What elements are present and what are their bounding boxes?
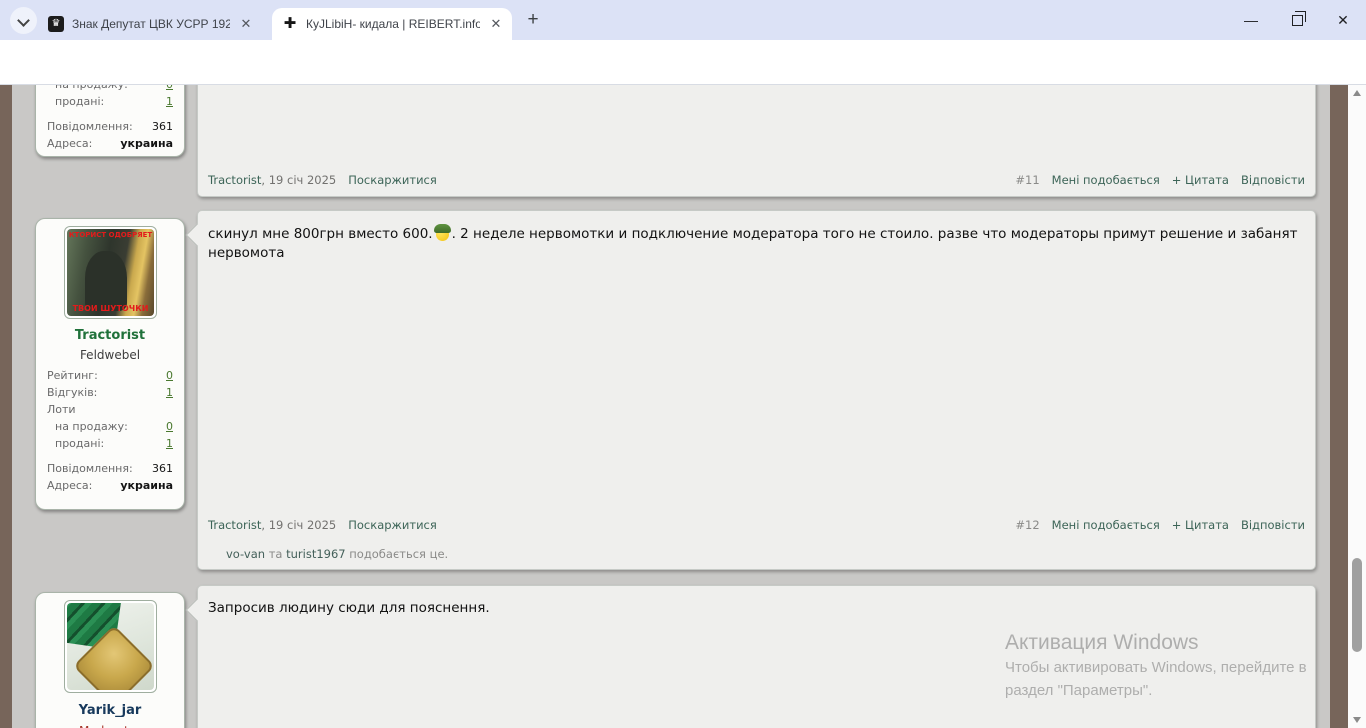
iron-cross-favicon-icon: ✚ [283,15,297,32]
like-link[interactable]: Мені подобається [1052,173,1160,187]
window-controls: — ✕ [1228,0,1366,40]
likes-row: vo-van та turist1967 подобається це. [226,547,449,561]
stat-sold: продані: 1 [55,93,173,110]
stat-messages: Повідомлення: 361 [47,462,173,475]
scrollbar-thumb[interactable] [1352,558,1362,652]
scroll-down-icon[interactable] [1348,712,1366,728]
stat-link[interactable]: 1 [166,435,173,452]
tab-close-icon[interactable]: ✕ [238,16,254,32]
liker-link[interactable]: turist1967 [286,547,346,561]
avatar-photo [67,603,154,690]
scroll-up-icon[interactable] [1348,85,1366,101]
user-panel-post11: на продажу: 0 продані: 1 Повідомлення: 3… [35,85,185,157]
stat-rating: Рейтинг: 0 [47,367,173,384]
tab-close-icon[interactable]: ✕ [488,16,504,32]
crown-favicon-icon: ♛ [48,16,64,32]
stat-sold: продані: 1 [55,435,173,452]
username-link[interactable]: Yarik_jar [36,703,184,718]
stat-link[interactable]: 1 [166,384,173,401]
stat-lots-header: Лоти [47,403,76,416]
tab-title: КуJLibіН- кидала | REIBERT.info [306,17,480,31]
post-author-link[interactable]: Tractorist [208,173,261,187]
minimize-button[interactable]: — [1228,0,1274,40]
stat-link[interactable]: 0 [166,367,173,384]
post-bubble-12: скинул мне 800грн вместо 600.. 2 неделе … [185,210,1316,570]
tab-search-chevron-icon[interactable] [10,7,37,34]
restore-button[interactable] [1274,0,1320,40]
user-panel-post12: КТОРИСТ ОДОБРЯЕТ ТВОИ ШУТОЧКИ Tractorist… [35,218,185,510]
tab-strip: ♛ Знак Депутат ЦВК УСРР 1922 г ✕ ✚ КуJLi… [0,0,1366,40]
post-text: Запросив людину сюди для пояснення. [208,600,490,616]
user-avatar[interactable]: КТОРИСТ ОДОБРЯЕТ ТВОИ ШУТОЧКИ [64,226,157,319]
report-link[interactable]: Поскаржитися [348,173,437,187]
tab-title: Знак Депутат ЦВК УСРР 1922 г [72,17,230,31]
post-bubble-11: Tractorist, 19 січ 2025 Поскаржитися #11… [197,85,1316,197]
stat-address: Адреса: украина [47,479,173,492]
report-link[interactable]: Поскаржитися [348,518,437,532]
avatar-photo: КТОРИСТ ОДОБРЯЕТ ТВОИ ШУТОЧКИ [67,229,154,316]
stat-link[interactable]: 0 [166,418,173,435]
stat-link[interactable]: 0 [166,85,173,93]
browser-window: ♛ Знак Депутат ЦВК УСРР 1922 г ✕ ✚ КуJLi… [0,0,1366,728]
tab-reibert-active[interactable]: ✚ КуJLibіН- кидала | REIBERT.info ✕ [272,8,512,40]
vertical-scrollbar[interactable] [1348,85,1366,728]
quote-link[interactable]: + Цитата [1172,518,1229,532]
user-title: Moderator [36,724,184,728]
stat-messages: Повідомлення: 361 [47,120,173,133]
helmet-smiley-icon [433,224,451,241]
liker-link[interactable]: vo-van [226,547,265,561]
post-number[interactable]: #11 [1015,173,1039,187]
post-author-link[interactable]: Tractorist [208,518,261,532]
tab-znak-deputat[interactable]: ♛ Знак Депутат ЦВК УСРР 1922 г ✕ [38,8,262,40]
post-date[interactable]: , 19 січ 2025 [261,518,336,532]
username-link[interactable]: Tractorist [36,328,184,343]
post-footer-12: Tractorist, 19 січ 2025 Поскаржитися #12… [208,517,1305,533]
reply-link[interactable]: Відповісти [1241,518,1305,532]
restore-icon [1291,11,1306,26]
user-title: Feldwebel [79,348,141,362]
browser-toolbar: ← → ↻ reibert.info/threads/kyjlibih-kida… [0,40,1366,120]
reply-link[interactable]: Відповісти [1241,173,1305,187]
stat-link[interactable]: 1 [166,93,173,110]
post-number[interactable]: #12 [1015,518,1039,532]
stat-for-sale: на продажу: 0 [36,85,184,93]
user-avatar[interactable] [64,600,157,693]
post-date[interactable]: , 19 січ 2025 [261,173,336,187]
new-tab-button[interactable]: + [522,10,544,32]
like-link[interactable]: Мені подобається [1052,518,1160,532]
stat-for-sale: на продажу: 0 [55,418,173,435]
stat-feedback: Відгуків: 1 [47,384,173,401]
stat-address: Адреса: украина [47,137,173,150]
windows-activation-watermark: Активация Windows Чтобы активировать Win… [1005,631,1307,699]
post-footer-11: Tractorist, 19 січ 2025 Поскаржитися #11… [208,172,1305,188]
quote-link[interactable]: + Цитата [1172,173,1229,187]
close-button[interactable]: ✕ [1320,0,1366,40]
forum-page: на продажу: 0 продані: 1 Повідомлення: 3… [0,85,1366,728]
user-panel-post13: Yarik_jar Moderator [35,592,185,728]
post-text: скинул мне 800грн вместо 600.. 2 неделе … [208,224,1298,261]
